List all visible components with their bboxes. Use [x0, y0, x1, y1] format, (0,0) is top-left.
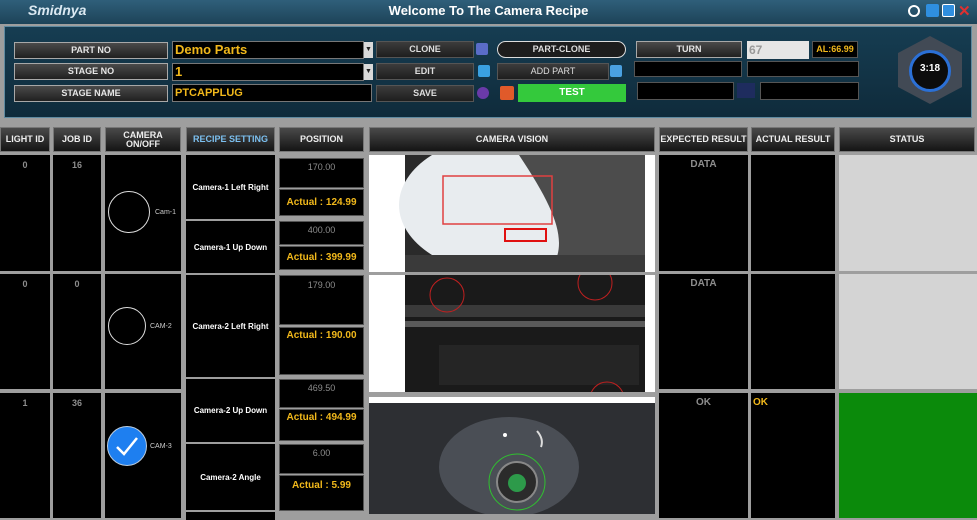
camera-toggle-2[interactable]	[108, 307, 146, 345]
recipe-item[interactable]: Camera-2 Left Right	[186, 275, 275, 377]
header-camera-vision: CAMERA VISION	[369, 127, 655, 152]
actual-result-cell	[751, 155, 835, 271]
camera-toggle-3-checked[interactable]	[107, 426, 147, 466]
part-no-label: PART NO	[14, 42, 168, 59]
camera-device-icon	[737, 83, 755, 98]
expected-result-cell: OK	[659, 393, 748, 518]
header-job-id: JOB ID	[53, 127, 101, 152]
status-cell	[839, 155, 977, 271]
position-actual: Actual : 399.99	[279, 246, 364, 270]
light-id-cell: 0	[0, 274, 50, 389]
header-camera-onoff: CAMERA ON/OFF	[105, 127, 181, 152]
status-cell	[839, 274, 977, 389]
maximize-icon[interactable]	[942, 4, 955, 17]
job-id-cell: 16	[53, 155, 101, 271]
light-id-cell: 0	[0, 155, 50, 271]
position-setpoint[interactable]: 170.00	[279, 158, 364, 188]
expected-result-cell: DATA	[659, 155, 748, 271]
turn-status-box	[634, 61, 742, 77]
camera-vision-2[interactable]	[369, 275, 655, 392]
add-part-button[interactable]: ADD PART	[497, 63, 609, 80]
clone-icon	[476, 43, 488, 55]
al-value-display: AL:66.99	[812, 41, 858, 58]
light-id-cell: 1	[0, 393, 50, 518]
header-actual-result: ACTUAL RESULT	[751, 127, 835, 152]
save-button[interactable]: SAVE	[376, 85, 474, 102]
close-icon[interactable]: ✕	[958, 2, 971, 20]
window-title: Welcome To The Camera Recipe	[388, 3, 589, 18]
position-actual: Actual : 190.00	[279, 327, 364, 375]
recipe-item[interactable]: Camera-2 Angle	[186, 444, 275, 510]
info-box-2	[760, 82, 859, 100]
info-box-1	[637, 82, 734, 100]
minimize-icon[interactable]	[926, 4, 939, 17]
actual-result-cell: OK	[751, 393, 835, 518]
header-expected-result: EXPECTED RESULT	[659, 127, 748, 152]
camera-label: CAM-2	[150, 323, 172, 330]
add-part-icon	[610, 65, 622, 77]
edit-icon	[478, 65, 490, 77]
camera-recipe-window: Smidnya Welcome To The Camera Recipe ✕ P…	[0, 0, 977, 520]
recipe-item[interactable]: Camera-1 Left Right	[186, 155, 275, 219]
position-setpoint[interactable]: 179.00	[279, 275, 364, 325]
title-bar: Smidnya Welcome To The Camera Recipe ✕	[0, 0, 977, 24]
camera-toggle-1[interactable]	[108, 191, 150, 233]
check-icon	[116, 437, 138, 456]
camera-label: CAM-3	[150, 443, 172, 450]
save-icon	[477, 87, 489, 99]
part-clone-button[interactable]: PART-CLONE	[497, 41, 626, 58]
stage-no-dropdown-arrow[interactable]: ▼	[364, 64, 373, 80]
edit-button[interactable]: EDIT	[376, 63, 474, 80]
expected-result-cell: DATA	[659, 274, 748, 389]
camera-label: Cam-1	[155, 209, 177, 216]
stage-no-select[interactable]: 1	[172, 63, 364, 81]
camera-feed-2	[405, 275, 645, 392]
job-id-cell: 36	[53, 393, 101, 518]
camera-feed-1	[399, 155, 655, 272]
header-position: POSITION	[279, 127, 364, 152]
part-no-select[interactable]: Demo Parts	[172, 41, 364, 59]
part-no-dropdown-arrow[interactable]: ▼	[364, 42, 373, 58]
turn-value-input[interactable]: 67	[747, 41, 809, 59]
actual-result-cell	[751, 274, 835, 389]
header-recipe-setting: RECIPE SETTING	[186, 127, 275, 152]
camera-feed-3	[369, 403, 655, 514]
al-status-box	[747, 61, 859, 77]
position-actual: Actual : 124.99	[279, 189, 364, 216]
recipe-item[interactable]: Camera-1 Up Down	[186, 221, 275, 273]
position-setpoint[interactable]: 6.00	[279, 444, 364, 474]
stage-name-label: STAGE NAME	[14, 85, 168, 102]
refresh-icon[interactable]	[908, 5, 920, 17]
position-actual: Actual : 494.99	[279, 409, 364, 441]
recipe-scroll-remainder	[186, 512, 275, 520]
header-light-id: LIGHT ID	[0, 127, 50, 152]
turn-button[interactable]: TURN	[636, 41, 742, 58]
header-status: STATUS	[839, 127, 975, 152]
status-cell-ok	[839, 393, 977, 518]
test-tool-icon	[500, 86, 514, 100]
position-setpoint[interactable]: 400.00	[279, 221, 364, 245]
position-actual: Actual : 5.99	[279, 475, 364, 511]
clone-button[interactable]: CLONE	[376, 41, 474, 58]
timer-display: 3:18	[919, 63, 940, 74]
stage-name-input[interactable]: PTCAPPLUG	[172, 84, 372, 102]
camera-vision-3[interactable]	[369, 397, 655, 514]
stage-no-label: STAGE NO	[14, 63, 168, 80]
recipe-item[interactable]: Camera-2 Up Down	[186, 379, 275, 442]
camera-vision-1[interactable]	[369, 155, 655, 272]
job-id-cell: 0	[53, 274, 101, 389]
position-setpoint[interactable]: 469.50	[279, 379, 364, 408]
test-button[interactable]: TEST	[518, 84, 626, 102]
